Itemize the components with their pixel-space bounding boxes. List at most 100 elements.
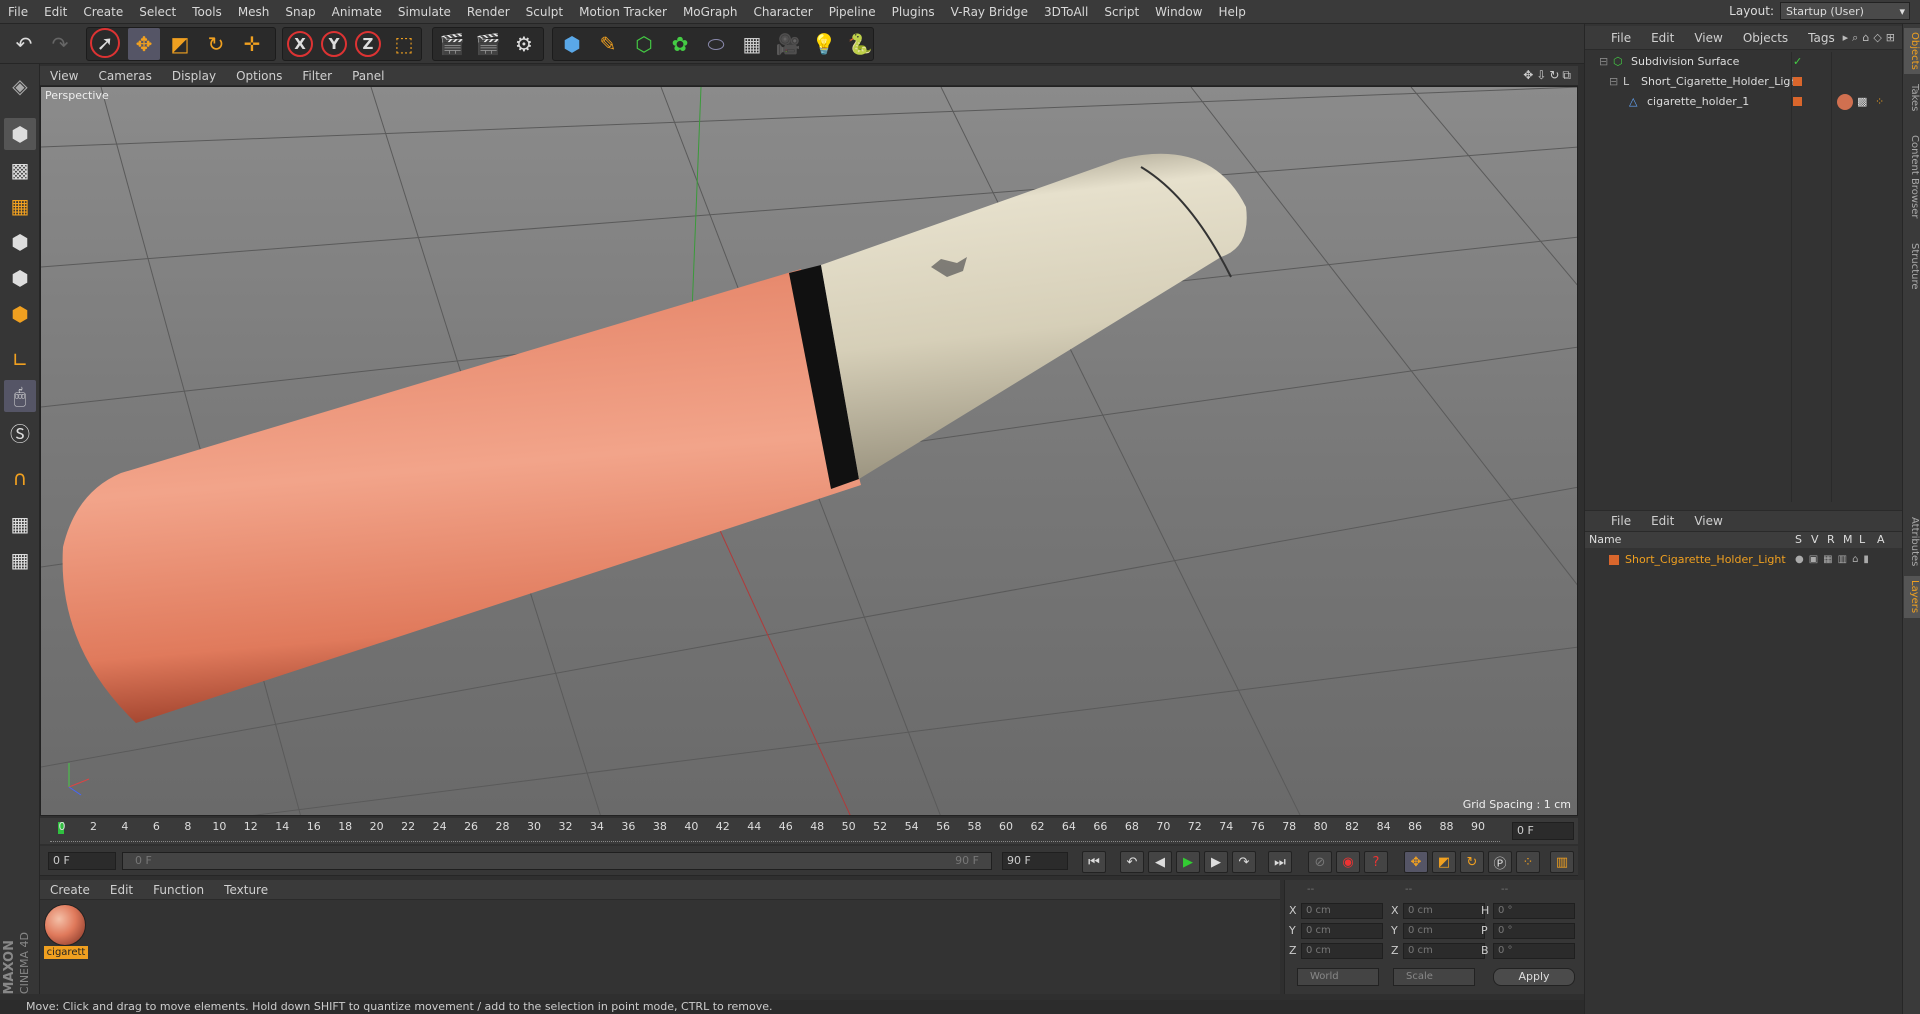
- layer-color-swatch[interactable]: [1793, 77, 1802, 86]
- menu-edit[interactable]: Edit: [36, 5, 75, 19]
- subdivision-surface-icon[interactable]: ⬡: [628, 28, 660, 60]
- material-tag-icon[interactable]: [1837, 94, 1853, 110]
- python-icon[interactable]: 🐍: [844, 28, 876, 60]
- expand-icon[interactable]: ⊟: [1609, 72, 1618, 92]
- undo-icon[interactable]: ↶: [8, 28, 40, 60]
- menu-plugins[interactable]: Plugins: [884, 5, 943, 19]
- menu-3dtoall[interactable]: 3DToAll: [1036, 5, 1096, 19]
- om-menu-edit[interactable]: Edit: [1641, 31, 1684, 45]
- redo-icon[interactable]: ↷: [44, 28, 76, 60]
- render-settings-icon[interactable]: ⚙: [508, 28, 540, 60]
- checkmark-icon[interactable]: ✓: [1793, 52, 1802, 72]
- texture-tag-icon[interactable]: ▩: [1857, 92, 1867, 112]
- viewport-menu-panel[interactable]: Panel: [342, 69, 394, 83]
- menu-vray-bridge[interactable]: V-Ray Bridge: [943, 5, 1036, 19]
- viewport-perspective[interactable]: Perspective Grid Spacing : 1 cm: [40, 86, 1578, 816]
- cloner-icon[interactable]: ✿: [664, 28, 696, 60]
- planar-workplane-icon[interactable]: ▦: [4, 544, 36, 576]
- viewport-menu-display[interactable]: Display: [162, 69, 226, 83]
- key-scale-icon[interactable]: ◩: [1432, 851, 1456, 873]
- start-frame-field[interactable]: 0 F: [48, 852, 116, 870]
- object-row-subdivision[interactable]: ⊟ ⬡ Subdivision Surface ✓: [1585, 52, 1903, 72]
- edges-mode-icon[interactable]: ⬢: [4, 262, 36, 294]
- menu-pipeline[interactable]: Pipeline: [821, 5, 884, 19]
- workplane-icon[interactable]: ▦: [4, 190, 36, 222]
- keyframe-selection-icon[interactable]: ?: [1364, 851, 1388, 873]
- layout-dropdown[interactable]: Startup (User) ▾: [1780, 2, 1910, 20]
- next-key-icon[interactable]: ↷: [1232, 851, 1256, 873]
- current-frame-field[interactable]: 0 F: [1512, 822, 1574, 840]
- viewport-menu-options[interactable]: Options: [226, 69, 292, 83]
- render-picture-viewer-icon[interactable]: 🎬: [472, 28, 504, 60]
- tweak-mode-icon[interactable]: 🖱: [4, 380, 36, 412]
- auto-keying-icon[interactable]: ◉: [1336, 851, 1360, 873]
- cube-icon[interactable]: ⬢: [556, 28, 588, 60]
- next-frame-icon[interactable]: ▶: [1204, 851, 1228, 873]
- menu-motion-tracker[interactable]: Motion Tracker: [571, 5, 675, 19]
- polygons-mode-icon[interactable]: ⬢: [4, 298, 36, 330]
- menu-character[interactable]: Character: [745, 5, 820, 19]
- material-name-label[interactable]: cigarett: [44, 946, 88, 959]
- transform-icon[interactable]: ✛: [236, 28, 268, 60]
- rot-p-field[interactable]: 0 °: [1493, 923, 1575, 939]
- material-menu-texture[interactable]: Texture: [214, 883, 278, 897]
- key-parameter-icon[interactable]: Ⓟ: [1488, 851, 1512, 873]
- coordinate-system-icon[interactable]: ⬚: [388, 28, 420, 60]
- make-editable-icon[interactable]: ◈: [4, 70, 36, 102]
- menu-select[interactable]: Select: [131, 5, 184, 19]
- pos-y-field[interactable]: 0 cm: [1301, 923, 1383, 939]
- camera-icon[interactable]: 🎥: [772, 28, 804, 60]
- live-select-icon[interactable]: ➚: [90, 28, 120, 58]
- om-menu-file[interactable]: File: [1601, 31, 1641, 45]
- tab-structure[interactable]: Structure: [1904, 238, 1920, 294]
- size-z-field[interactable]: 0 cm: [1403, 943, 1485, 959]
- render-view-icon[interactable]: 🎬: [436, 28, 468, 60]
- previous-key-icon[interactable]: ↶: [1120, 851, 1144, 873]
- go-to-start-icon[interactable]: ⏮: [1082, 851, 1106, 873]
- layer-color-swatch[interactable]: [1609, 555, 1619, 565]
- object-row-cigarette-holder[interactable]: △ cigarette_holder_1 ▩ ⁘: [1585, 92, 1903, 112]
- size-y-field[interactable]: 0 cm: [1403, 923, 1485, 939]
- menu-window[interactable]: Window: [1147, 5, 1210, 19]
- pos-z-field[interactable]: 0 cm: [1301, 943, 1383, 959]
- size-x-field[interactable]: 0 cm: [1403, 903, 1485, 919]
- layer-toggle-icons[interactable]: ●▣▦▥⌂▮: [1795, 550, 1874, 570]
- key-pla-icon[interactable]: ⁘: [1516, 851, 1540, 873]
- deformer-icon[interactable]: ⬭: [700, 28, 732, 60]
- om-menu-view[interactable]: View: [1684, 31, 1732, 45]
- material-menu-create[interactable]: Create: [40, 883, 100, 897]
- lm-menu-edit[interactable]: Edit: [1641, 514, 1684, 528]
- om-menu-tags[interactable]: Tags: [1798, 31, 1845, 45]
- menu-tools[interactable]: Tools: [184, 5, 230, 19]
- layer-color-swatch[interactable]: [1793, 97, 1802, 106]
- tab-takes[interactable]: Takes: [1904, 80, 1920, 116]
- phong-tag-icon[interactable]: ⁘: [1875, 92, 1884, 112]
- material-thumbnail[interactable]: cigarett: [44, 904, 88, 959]
- menu-mograph[interactable]: MoGraph: [675, 5, 746, 19]
- light-icon[interactable]: 💡: [808, 28, 840, 60]
- frame-range-slider[interactable]: 0 F 90 F: [122, 852, 992, 870]
- model-mode-icon[interactable]: ⬢: [4, 118, 36, 150]
- previous-frame-icon[interactable]: ◀: [1148, 851, 1172, 873]
- lm-menu-file[interactable]: File: [1601, 514, 1641, 528]
- menu-snap[interactable]: Snap: [277, 5, 323, 19]
- material-menu-edit[interactable]: Edit: [100, 883, 143, 897]
- key-position-icon[interactable]: ✥: [1404, 851, 1428, 873]
- rot-h-field[interactable]: 0 °: [1493, 903, 1575, 919]
- timeline-ruler[interactable]: 0 2 4 6 8 10 12 14 16 18 20 22 24 26 28 30 32 34 36 38 40 42 4…: [50, 818, 1500, 844]
- lock-workplane-icon[interactable]: ▦: [4, 508, 36, 540]
- size-mode-dropdown[interactable]: Scale: [1393, 968, 1475, 986]
- menu-file[interactable]: File: [0, 5, 36, 19]
- pos-x-field[interactable]: 0 cm: [1301, 903, 1383, 919]
- scale-icon[interactable]: ◩: [164, 28, 196, 60]
- timeline[interactable]: 0 2 4 6 8 10 12 14 16 18 20 22 24 26 28 30 32 34 36 38 40 42 4…: [40, 818, 1578, 844]
- pen-spline-icon[interactable]: ✎: [592, 28, 624, 60]
- viewport-nav-icons[interactable]: ✥⇩↻⧉: [1523, 68, 1574, 83]
- tab-attributes[interactable]: Attributes: [1904, 514, 1920, 570]
- viewport-menu-view[interactable]: View: [40, 69, 88, 83]
- axis-x-button[interactable]: X: [284, 28, 316, 60]
- go-to-end-icon[interactable]: ⏭: [1268, 851, 1292, 873]
- move-icon[interactable]: ✥: [128, 28, 160, 60]
- menu-create[interactable]: Create: [75, 5, 131, 19]
- floor-icon[interactable]: ▦: [736, 28, 768, 60]
